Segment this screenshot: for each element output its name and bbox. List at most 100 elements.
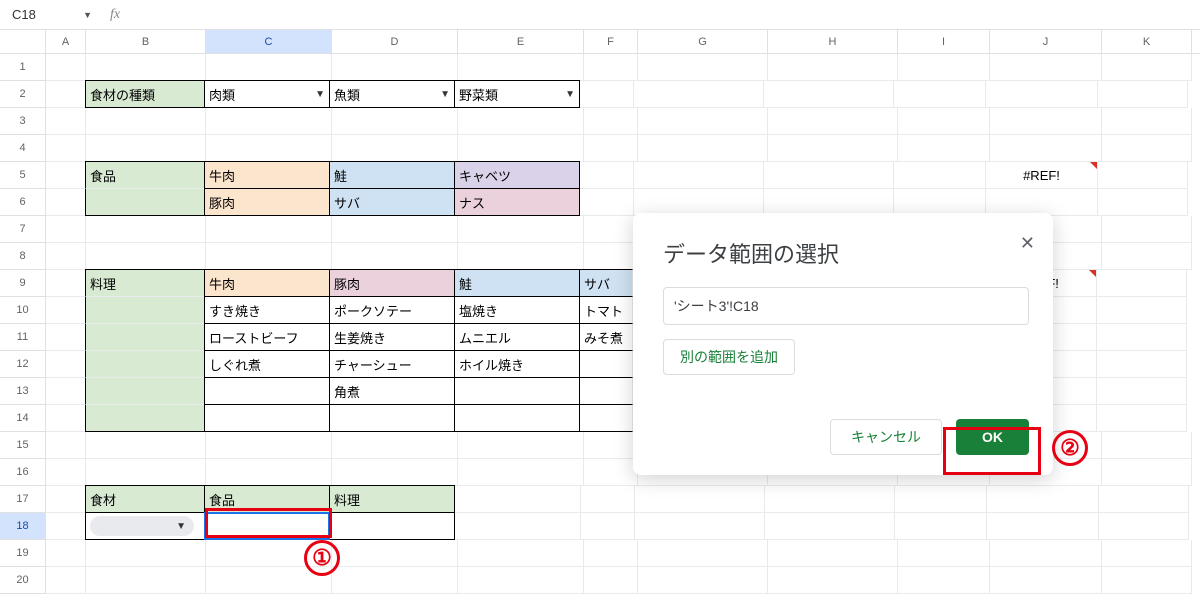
add-range-button[interactable]: 別の範囲を追加	[663, 339, 795, 375]
cell-D2-dropdown[interactable]: 魚類 ▼	[329, 80, 455, 108]
cell-K14[interactable]	[1097, 405, 1187, 432]
cell-I19[interactable]	[898, 540, 990, 567]
cancel-button[interactable]: キャンセル	[830, 419, 942, 455]
cell-I6[interactable]	[894, 189, 986, 216]
row-header-4[interactable]: 4	[0, 135, 46, 162]
cell-J5-error[interactable]: #REF!	[986, 162, 1098, 189]
col-header-F[interactable]: F	[584, 30, 638, 53]
cell-B14[interactable]	[85, 405, 205, 432]
cell-E20[interactable]	[458, 567, 584, 594]
cell-B11[interactable]	[85, 324, 205, 351]
cell-E10[interactable]: 塩焼き	[454, 296, 580, 324]
row-header-2[interactable]: 2	[0, 81, 46, 108]
cell-D5[interactable]: 鮭	[329, 161, 455, 189]
cell-F17[interactable]	[581, 486, 635, 513]
cell-J17[interactable]	[987, 486, 1099, 513]
cell-K1[interactable]	[1102, 54, 1192, 81]
cell-B17[interactable]: 食材	[85, 485, 205, 513]
cell-F18[interactable]	[581, 513, 635, 540]
cell-F2[interactable]	[580, 81, 634, 108]
cell-B6[interactable]	[85, 189, 205, 216]
cell-C9[interactable]: 牛肉	[204, 269, 330, 297]
cell-C11[interactable]: ローストビーフ	[204, 323, 330, 351]
cell-K12[interactable]	[1097, 351, 1187, 378]
cell-B12[interactable]	[85, 351, 205, 378]
cell-B9[interactable]: 料理	[85, 269, 205, 297]
cell-D9[interactable]: 豚肉	[329, 269, 455, 297]
cell-E15[interactable]	[458, 432, 584, 459]
cell-E8[interactable]	[458, 243, 584, 270]
cell-C6[interactable]: 豚肉	[204, 188, 330, 216]
cell-G2[interactable]	[634, 81, 764, 108]
cell-G20[interactable]	[638, 567, 768, 594]
col-header-G[interactable]: G	[638, 30, 768, 53]
cell-A17[interactable]	[46, 486, 86, 513]
row-header-16[interactable]: 16	[0, 459, 46, 486]
cell-B4[interactable]	[86, 135, 206, 162]
cell-B19[interactable]	[86, 540, 206, 567]
ok-button[interactable]: OK	[956, 419, 1029, 455]
col-header-K[interactable]: K	[1102, 30, 1192, 53]
col-header-J[interactable]: J	[990, 30, 1102, 53]
cell-B2[interactable]: 食材の種類	[85, 80, 205, 108]
cell-H4[interactable]	[768, 135, 898, 162]
cell-C3[interactable]	[206, 108, 332, 135]
cell-F12[interactable]	[579, 350, 633, 378]
cell-B16[interactable]	[86, 459, 206, 486]
cell-F19[interactable]	[584, 540, 638, 567]
cell-H3[interactable]	[768, 108, 898, 135]
cell-I18[interactable]	[895, 513, 987, 540]
cell-C13[interactable]	[204, 377, 330, 405]
cell-J18[interactable]	[987, 513, 1099, 540]
cell-F20[interactable]	[584, 567, 638, 594]
cell-K5[interactable]	[1098, 162, 1188, 189]
cell-H19[interactable]	[768, 540, 898, 567]
cell-E14[interactable]	[454, 404, 580, 432]
cell-A16[interactable]	[46, 459, 86, 486]
row-header-7[interactable]: 7	[0, 216, 46, 243]
cell-E7[interactable]	[458, 216, 584, 243]
formula-input[interactable]	[132, 4, 1194, 26]
cell-E13[interactable]	[454, 377, 580, 405]
cell-C4[interactable]	[206, 135, 332, 162]
cell-D20[interactable]	[332, 567, 458, 594]
cell-B20[interactable]	[86, 567, 206, 594]
cell-D6[interactable]: サバ	[329, 188, 455, 216]
row-header-5[interactable]: 5	[0, 162, 46, 189]
cell-C15[interactable]	[206, 432, 332, 459]
cell-C18[interactable]	[204, 512, 330, 540]
col-header-A[interactable]: A	[46, 30, 86, 53]
range-input[interactable]	[663, 287, 1029, 325]
cell-A12[interactable]	[46, 351, 86, 378]
cell-K13[interactable]	[1097, 378, 1187, 405]
cell-A10[interactable]	[46, 297, 86, 324]
cell-I17[interactable]	[895, 486, 987, 513]
cell-H1[interactable]	[768, 54, 898, 81]
cell-E18[interactable]	[455, 513, 581, 540]
cell-H2[interactable]	[764, 81, 894, 108]
row-header-3[interactable]: 3	[0, 108, 46, 135]
cell-C7[interactable]	[206, 216, 332, 243]
cell-H6[interactable]	[764, 189, 894, 216]
cell-I1[interactable]	[898, 54, 990, 81]
cell-I5[interactable]	[894, 162, 986, 189]
cell-D17[interactable]: 料理	[329, 485, 455, 513]
cell-K10[interactable]	[1097, 297, 1187, 324]
cell-H20[interactable]	[768, 567, 898, 594]
row-header-19[interactable]: 19	[0, 540, 46, 567]
cell-K18[interactable]	[1099, 513, 1189, 540]
cell-I20[interactable]	[898, 567, 990, 594]
cell-D12[interactable]: チャーシュー	[329, 350, 455, 378]
cell-H17[interactable]	[765, 486, 895, 513]
cell-F11[interactable]: みそ煮	[579, 323, 633, 351]
cell-B3[interactable]	[86, 108, 206, 135]
cell-K16[interactable]	[1102, 459, 1192, 486]
cell-A5[interactable]	[46, 162, 86, 189]
cell-F3[interactable]	[584, 108, 638, 135]
cell-D18[interactable]	[329, 512, 455, 540]
cell-D10[interactable]: ポークソテー	[329, 296, 455, 324]
cell-G4[interactable]	[638, 135, 768, 162]
cell-D19[interactable]	[332, 540, 458, 567]
cell-A4[interactable]	[46, 135, 86, 162]
row-header-12[interactable]: 12	[0, 351, 46, 378]
